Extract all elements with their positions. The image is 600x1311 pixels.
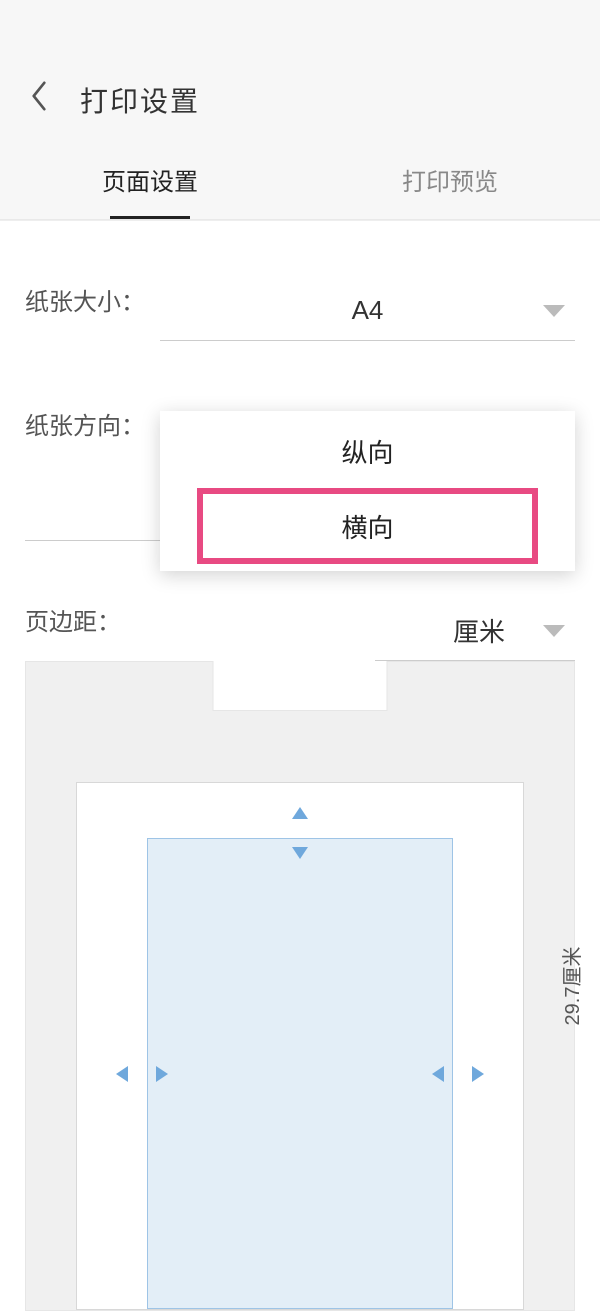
orientation-option-landscape[interactable]: 横向 <box>200 491 535 561</box>
page-title: 打印设置 <box>80 80 200 120</box>
status-bar-area <box>0 0 600 60</box>
preview-content-area <box>147 838 453 1309</box>
select-paper-size[interactable]: A4 <box>160 281 575 341</box>
margin-handle-left-inner[interactable] <box>156 1066 168 1082</box>
margin-preview-section: 29.7厘米 <box>0 661 600 1311</box>
orientation-dropdown: 纵向 横向 <box>160 411 575 571</box>
margin-handle-right-outer[interactable] <box>472 1066 484 1082</box>
margin-handle-right-inner[interactable] <box>432 1066 444 1082</box>
preview-notch <box>213 661 388 711</box>
preview-paper <box>76 782 524 1310</box>
settings-content: 纸张大小： A4 纸张方向： 纵向 横向 页边距： 厘米 <box>0 220 600 661</box>
orientation-option-portrait[interactable]: 纵向 <box>160 411 575 491</box>
header: 打印设置 <box>0 60 600 140</box>
tab-print-preview[interactable]: 打印预览 <box>300 140 600 219</box>
select-margin-unit[interactable]: 厘米 <box>375 601 575 661</box>
label-orientation: 纸张方向： <box>25 406 160 541</box>
value-paper-size: A4 <box>352 295 384 326</box>
tab-bar: 页面设置 打印预览 <box>0 140 600 220</box>
row-orientation: 纸张方向： 纵向 横向 <box>25 341 575 541</box>
chevron-down-icon <box>543 295 565 326</box>
label-margin: 页边距： <box>25 602 375 661</box>
label-paper-size: 纸张大小： <box>25 282 160 341</box>
margin-handle-left-outer[interactable] <box>116 1066 128 1082</box>
margin-handle-top-inner[interactable] <box>292 847 308 859</box>
margin-handle-top-outer[interactable] <box>292 807 308 819</box>
margin-preview: 29.7厘米 <box>25 661 575 1311</box>
value-margin-unit: 厘米 <box>453 612 505 649</box>
chevron-down-icon <box>543 615 565 646</box>
tab-page-setup[interactable]: 页面设置 <box>0 140 300 219</box>
row-paper-size: 纸张大小： A4 <box>25 221 575 341</box>
paper-height-label: 29.7厘米 <box>556 947 585 1026</box>
back-icon[interactable] <box>30 81 70 119</box>
